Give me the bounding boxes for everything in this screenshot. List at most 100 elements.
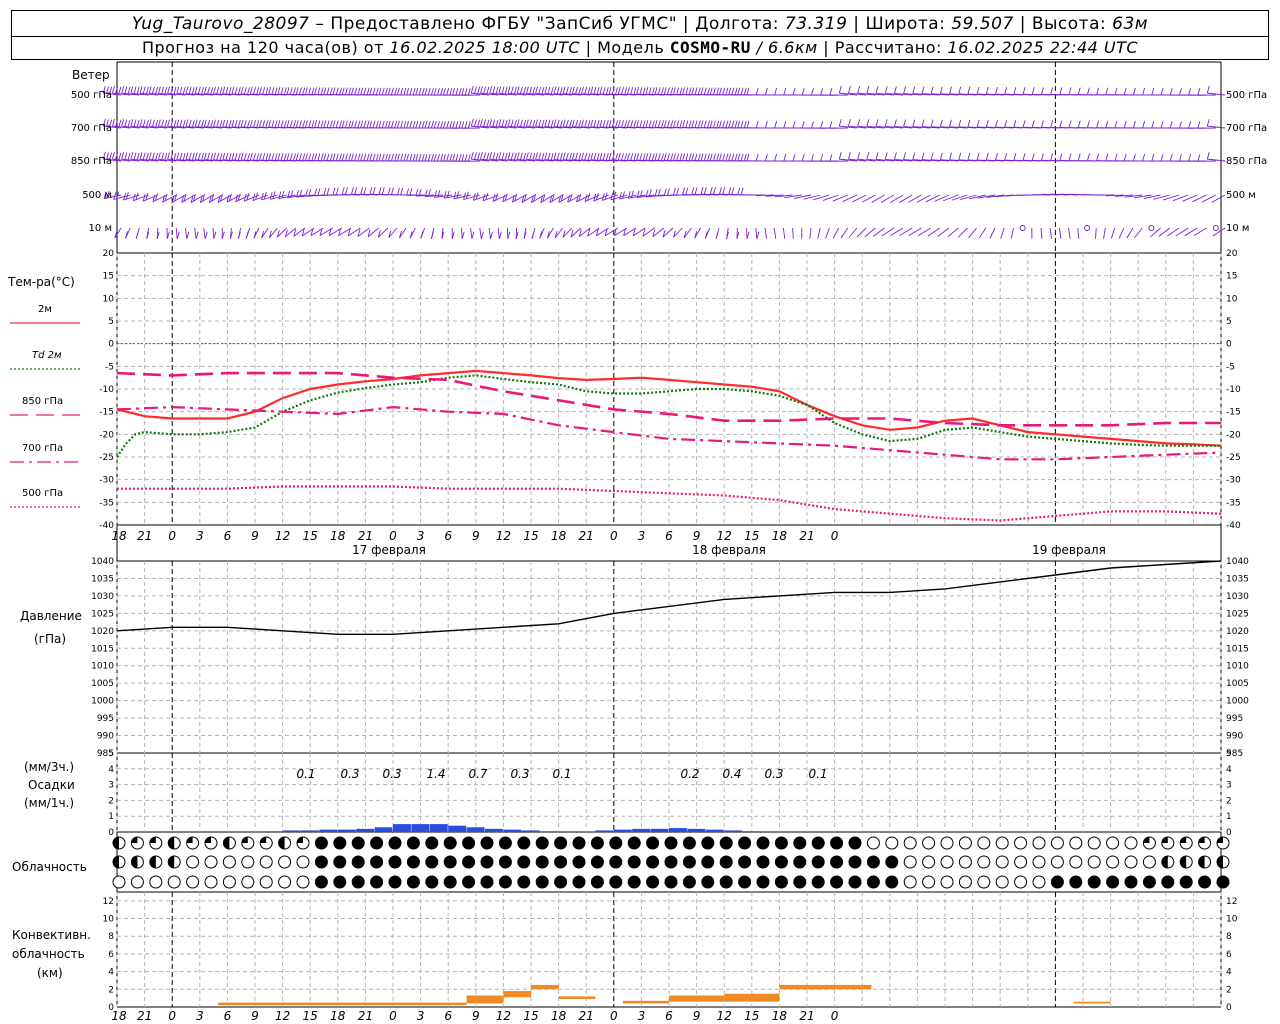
cloud-symbol: [609, 875, 623, 889]
cloud-symbol: [922, 836, 936, 850]
hour-tick-label: 15: [523, 529, 538, 543]
cloud-symbol: [388, 855, 402, 869]
cloud-symbol: [1142, 836, 1156, 850]
precip-amount-label: 1.4: [426, 767, 445, 781]
wind-barb: [820, 154, 839, 162]
wind-barb: [1178, 154, 1198, 162]
wind-barb: [1197, 88, 1216, 96]
cloud-cover: [112, 836, 1230, 889]
cloud-symbol: [130, 855, 144, 869]
wind-barb: [820, 121, 839, 129]
cloud-symbol: [425, 855, 439, 869]
cloud-symbol: [774, 836, 788, 850]
temp-legend-label: 850 гПа: [22, 396, 63, 407]
wind-barb: [1134, 227, 1143, 239]
wind-barb: [1151, 87, 1170, 96]
wind-barb: [1212, 227, 1226, 237]
cloud-symbol: [333, 836, 347, 850]
hour-tick-label: 9: [472, 1009, 480, 1023]
precip-tick-right: 3: [1226, 781, 1232, 791]
wind-barb: [829, 154, 848, 162]
precip-bar: [595, 830, 614, 832]
wind-barb: [1150, 227, 1161, 238]
convective-bar: [531, 984, 559, 990]
temp-tick-left: 20: [103, 249, 115, 259]
cloud-symbol: [572, 836, 586, 850]
wind-barb: [942, 194, 959, 202]
wind-barb: [406, 120, 425, 129]
cloud-symbol: [1142, 875, 1156, 889]
cloud-symbol: [554, 875, 568, 889]
wind-barb: [1188, 121, 1207, 129]
convective-bars: [218, 984, 1111, 1006]
precip-tick-right: 2: [1226, 796, 1232, 806]
wind-barb: [515, 227, 519, 239]
wind-barb: [470, 227, 475, 239]
hour-tick-label: 18: [111, 529, 127, 543]
pressure-tick-left: 1005: [91, 679, 114, 689]
hour-tick-label: 6: [444, 529, 452, 543]
temp-tick-right: -30: [1226, 476, 1241, 486]
precip-bar: [411, 824, 430, 832]
wind-barb: [746, 120, 766, 129]
wind-level-label-left: 700 гПа: [71, 123, 112, 134]
cloud-symbol: [480, 855, 494, 869]
temp-tick-right: 10: [1226, 294, 1238, 304]
precip-bar: [429, 824, 448, 832]
precip-amount-label: 0.3: [510, 767, 529, 781]
cloud-symbol: [995, 875, 1009, 889]
cloud-symbol: [866, 836, 880, 850]
hour-tick-label: 12: [275, 1009, 290, 1023]
hour-tick-label: 21: [799, 529, 814, 543]
cloud-symbol: [186, 855, 200, 869]
conv-tick-right: 0: [1226, 1003, 1232, 1013]
cloud-symbol: [351, 836, 365, 850]
cloud-symbol: [664, 855, 678, 869]
cloud-symbol: [1198, 875, 1212, 889]
wind-barb: [237, 227, 242, 239]
cloud-symbol: [498, 855, 512, 869]
wind-barb: [269, 191, 287, 200]
cloud-symbol: [517, 875, 531, 889]
cloud-symbol: [922, 855, 936, 869]
hour-tick-label: 18: [772, 1009, 788, 1023]
wind-barb: [783, 120, 802, 129]
wind-barb: [801, 154, 821, 162]
cloud-symbol: [701, 836, 715, 850]
wind-barb: [848, 227, 858, 238]
temp-tick-left: 5: [108, 317, 114, 327]
cloud-symbol: [701, 855, 715, 869]
cloud-symbol: [1087, 836, 1101, 850]
convective-bar: [724, 993, 780, 1002]
pressure-tick-left: 1000: [91, 697, 114, 707]
hour-tick-label: 12: [496, 1009, 511, 1023]
cloud-symbol: [1216, 855, 1230, 869]
forecast-prefix: Прогноз на 120 часа(ов) от: [141, 38, 384, 57]
wind-barb: [396, 153, 416, 162]
wind-barb: [378, 120, 398, 129]
day-label: 19 февраля: [1032, 543, 1106, 557]
wind-level-label-left: 500 гПа: [71, 90, 112, 101]
wind-barb: [840, 227, 849, 239]
cloud-symbol: [425, 875, 439, 889]
wind-barb: [968, 227, 977, 238]
cloud-symbol: [314, 875, 328, 889]
wind-barb: [1188, 88, 1207, 96]
wind-barb: [452, 121, 471, 129]
cloud-symbol: [1124, 855, 1138, 869]
wind-barb: [927, 227, 941, 237]
wind-barb: [175, 227, 180, 239]
wind-barb: [415, 87, 434, 96]
cloud-symbol: [149, 836, 163, 850]
cloud-symbol: [278, 836, 292, 850]
cloud-symbol: [774, 875, 788, 889]
calm-marker: [1084, 225, 1090, 231]
wind-barb: [387, 187, 407, 196]
precip-tick-right: 1: [1226, 812, 1232, 822]
cloud-symbol: [866, 855, 880, 869]
cloud-symbol: [1216, 875, 1230, 889]
pressure-tick-right: 1030: [1226, 592, 1249, 602]
cloud-symbol: [958, 855, 972, 869]
cloud-symbol: [646, 875, 660, 889]
wind-barb: [1123, 87, 1143, 96]
